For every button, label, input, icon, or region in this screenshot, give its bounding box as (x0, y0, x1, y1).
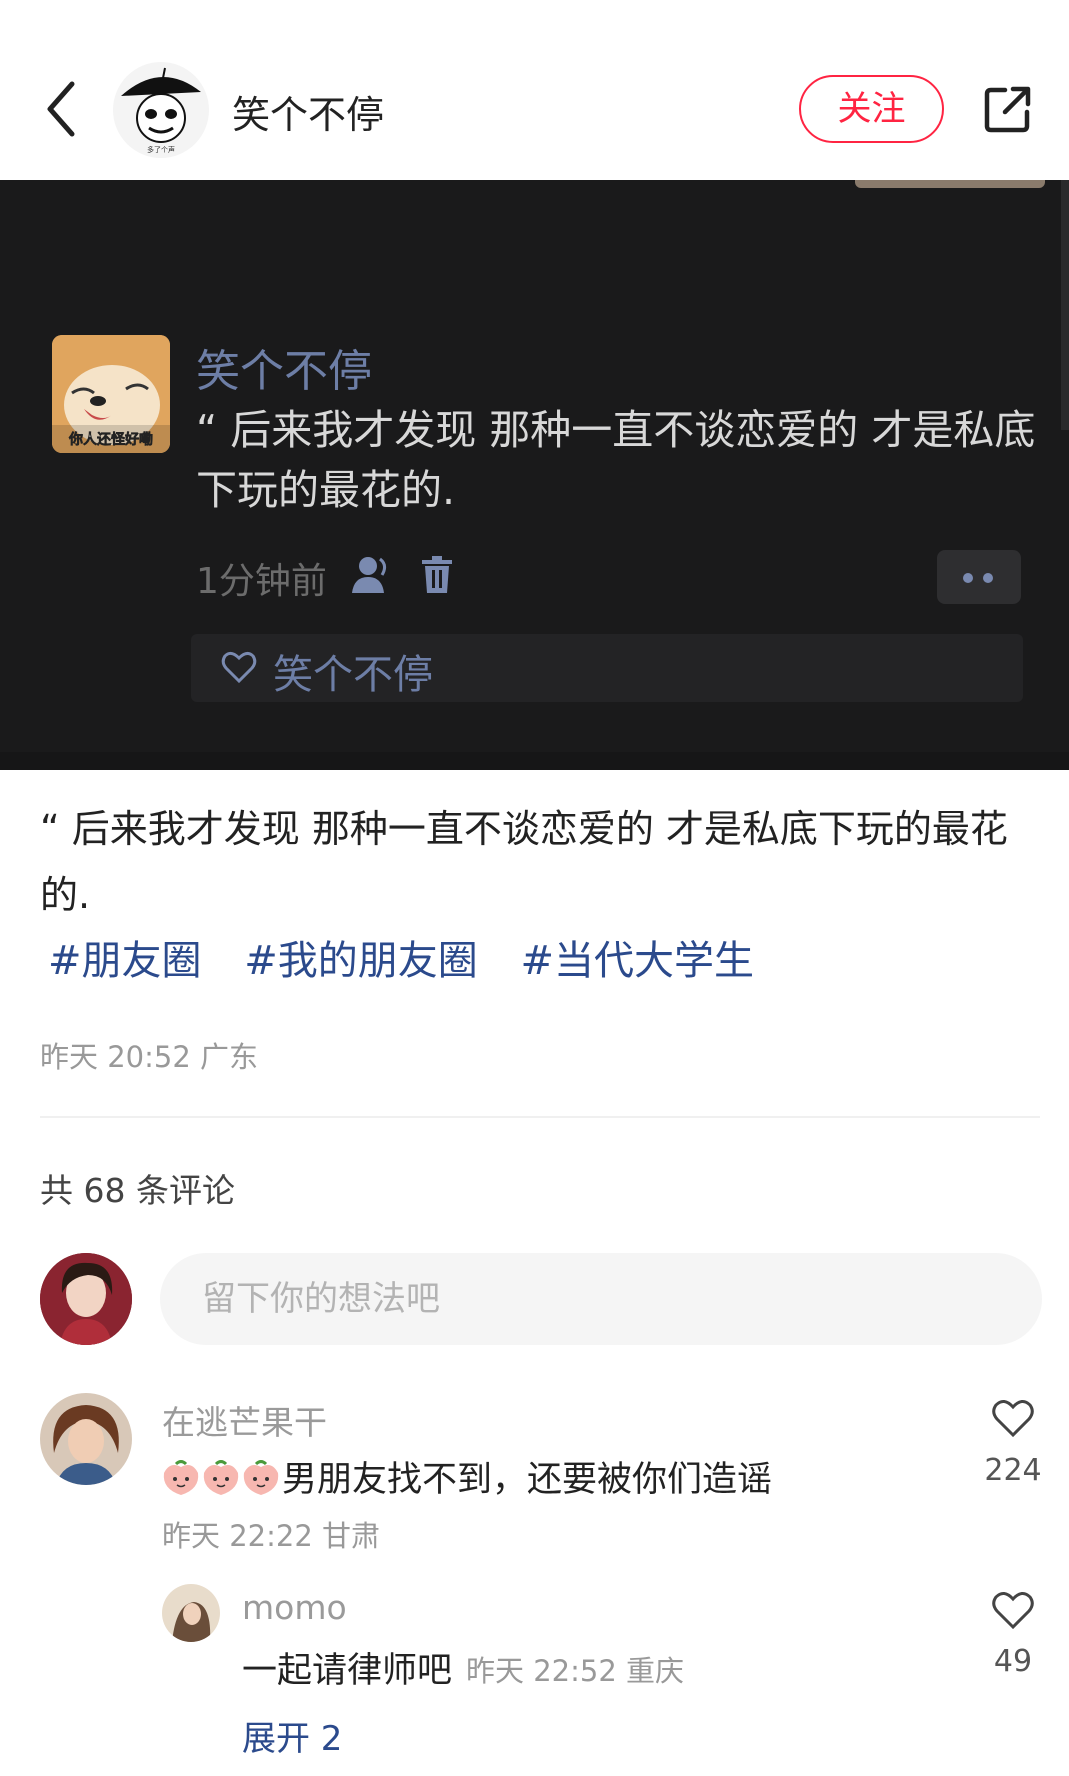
tag-link[interactable]: #当代大学生 (520, 938, 754, 984)
inner-time: 1分钟前 (196, 561, 327, 602)
tag-list: #朋友圈 #我的朋友圈 #当代大学生 (48, 928, 784, 986)
trash-icon (422, 556, 452, 593)
image-top-edge (855, 180, 1045, 188)
peach-emoji-icon (203, 1460, 239, 1495)
tag-link[interactable]: #朋友圈 (48, 938, 202, 984)
post-image[interactable]: 你人还怪好嘞 笑个不停 “ 后来我才发现 那种一直不谈恋爱的 才是私底下玩的最花… (0, 180, 1069, 770)
comment-date-location: 昨天 22:22 甘肃 (162, 1519, 381, 1553)
shiba-avatar: 你人还怪好嘞 (52, 335, 170, 453)
author-avatar[interactable]: 多了个声 (113, 62, 209, 158)
comment-body: 男朋友找不到，还要被你们造谣 (282, 1460, 773, 1500)
back-icon[interactable] (42, 78, 82, 140)
inner-author-name: 笑个不停 (196, 346, 372, 397)
commenter-name[interactable]: 在逃芒果干 (162, 1396, 327, 1444)
heart-outline-icon[interactable] (991, 1398, 1035, 1438)
like-count: 224 (984, 1453, 1042, 1488)
tag-link[interactable]: #我的朋友圈 (244, 938, 478, 984)
reply-avatar[interactable] (162, 1584, 220, 1642)
inner-liked-by: 笑个不停 (273, 652, 433, 698)
reply-like-count: 49 (993, 1644, 1033, 1679)
peach-emoji-icon (243, 1460, 279, 1495)
share-icon[interactable] (983, 84, 1033, 134)
top-bar: 多了个声 笑个不停 关注 (0, 0, 1069, 180)
commenter-avatar[interactable] (40, 1393, 132, 1485)
reply-date-location: 昨天 22:52 重庆 (466, 1654, 685, 1688)
svg-text:你人还怪好嘞: 你人还怪好嘞 (68, 431, 153, 448)
heart-outline-icon[interactable] (991, 1590, 1035, 1630)
image-bottom-edge (0, 752, 1069, 770)
comment-text[interactable]: 男朋友找不到，还要被你们造谣 (162, 1451, 772, 1502)
reply-text[interactable]: 一起请律师吧 (242, 1642, 452, 1693)
comment-count: 共 68 条评论 (40, 1171, 235, 1210)
inner-quote-text: “ 后来我才发现 那种一直不谈恋爱的 才是私底下玩的最花的. (196, 406, 1036, 514)
my-avatar (40, 1253, 132, 1345)
heart-outline-icon (221, 651, 257, 684)
image-scrollbar (1061, 180, 1069, 430)
expand-replies-link[interactable]: 展开 2 (242, 1711, 342, 1760)
post-date-location: 昨天 20:52 广东 (40, 1040, 259, 1074)
reply-user-name[interactable]: momo (242, 1588, 347, 1627)
comment-input[interactable] (160, 1253, 1042, 1345)
follow-button[interactable]: 关注 (799, 75, 944, 143)
more-icon (937, 550, 1021, 604)
peach-emoji-icon (163, 1460, 199, 1495)
inner-like-bar: 笑个不停 (191, 634, 1023, 702)
author-name[interactable]: 笑个不停 (232, 84, 384, 139)
divider (40, 1116, 1040, 1118)
user-icon (352, 557, 387, 593)
svg-text:多了个声: 多了个声 (147, 145, 175, 154)
post-body: “ 后来我才发现 那种一直不谈恋爱的 才是私底下玩的最花的. (40, 807, 1008, 917)
